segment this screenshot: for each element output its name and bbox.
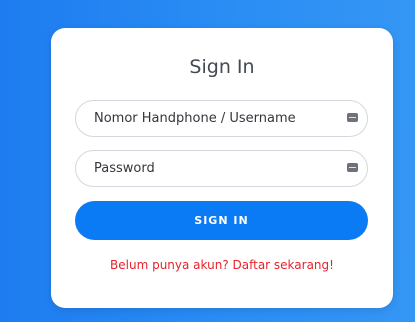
signin-button[interactable]: SIGN IN [75, 201, 368, 240]
signin-card: Sign In SIGN IN Belum punya akun? Daftar… [51, 28, 393, 308]
password-manager-icon[interactable] [347, 113, 358, 122]
register-link[interactable]: Belum punya akun? Daftar sekarang! [51, 258, 393, 272]
signin-title: Sign In [189, 56, 255, 78]
password-field[interactable] [75, 150, 368, 187]
password-manager-icon[interactable] [347, 163, 358, 172]
username-input[interactable] [94, 101, 334, 136]
password-input[interactable] [94, 151, 334, 186]
username-field[interactable] [75, 100, 368, 137]
